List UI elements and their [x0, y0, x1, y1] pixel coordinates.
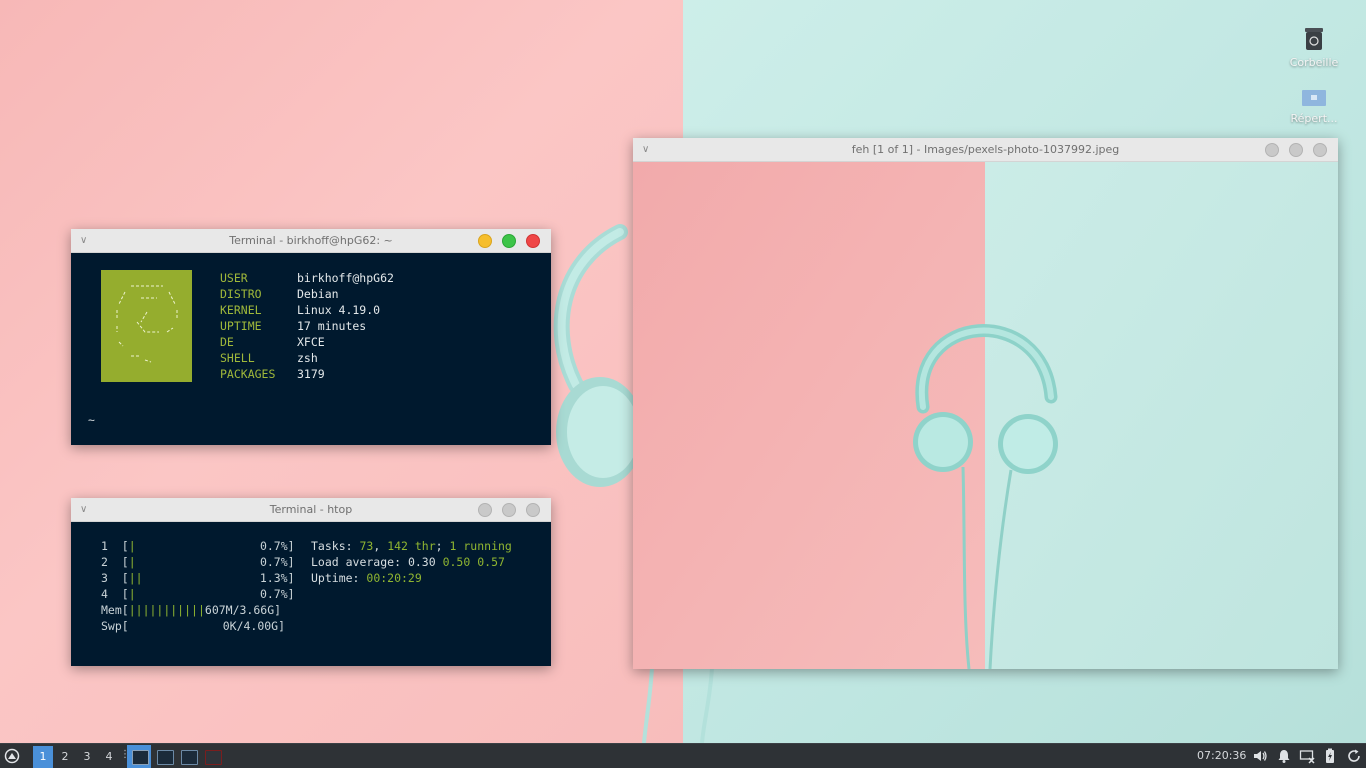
taskbar-task-terminal[interactable]	[177, 745, 199, 768]
neofetch-row-packages: PACKAGES 3179	[220, 367, 325, 381]
feh-icon	[205, 750, 222, 765]
minimize-button[interactable]	[478, 503, 492, 517]
workspace-1-button[interactable]: 1	[33, 746, 53, 768]
neofetch-row-kernel: KERNEL Linux 4.19.0	[220, 303, 381, 317]
battery-icon[interactable]	[1322, 748, 1338, 764]
feh-titlebar[interactable]: ∨ feh [1 of 1] - Images/pexels-photo-103…	[633, 138, 1338, 162]
workspace-3-button[interactable]: 3	[77, 746, 97, 768]
window-menu-chevron-icon[interactable]: ∨	[642, 138, 649, 161]
taskbar-task-terminal[interactable]	[153, 745, 175, 768]
clock[interactable]: 07:20:36	[1197, 744, 1246, 768]
close-button[interactable]	[526, 503, 540, 517]
feh-window-buttons	[1265, 143, 1327, 157]
htop-cpu-meter: 2 [| 0.7%]	[101, 555, 295, 569]
terminal-neofetch-title: Terminal - birkhoff@hpG62: ~	[229, 234, 393, 247]
htop-cpu-meter: 1 [| 0.7%]	[101, 539, 295, 553]
minimize-button[interactable]	[478, 234, 492, 248]
network-disconnected-icon[interactable]	[1299, 748, 1315, 764]
terminal-htop-buttons	[478, 503, 540, 517]
terminal-icon	[132, 750, 149, 765]
window-menu-chevron-icon[interactable]: ∨	[80, 498, 87, 521]
desktop-icon-trash[interactable]: Corbeille	[1284, 26, 1344, 69]
taskbar: 1 2 3 4 ⋮ 07:20:36	[0, 743, 1366, 768]
feh-window[interactable]: ∨ feh [1 of 1] - Images/pexels-photo-103…	[633, 138, 1338, 669]
terminal-icon	[157, 750, 174, 765]
terminal-neofetch-buttons	[478, 234, 540, 248]
refresh-icon[interactable]	[1346, 748, 1362, 764]
trash-icon	[1305, 28, 1323, 50]
neofetch-row-de: DE XFCE	[220, 335, 325, 349]
debian-swirl-icon	[116, 285, 178, 363]
debian-logo-ascii	[101, 270, 192, 382]
desktop-icon-trash-label: Corbeille	[1289, 56, 1339, 69]
htop-load-average: Load average: 0.30 0.50 0.57	[311, 555, 505, 569]
workspace-4-button[interactable]: 4	[99, 746, 119, 768]
close-button[interactable]	[526, 234, 540, 248]
terminal-neofetch-titlebar[interactable]: ∨ Terminal - birkhoff@hpG62: ~	[71, 229, 551, 253]
volume-icon[interactable]	[1252, 748, 1268, 764]
shell-prompt[interactable]: ~	[88, 413, 95, 427]
feh-image	[633, 162, 1338, 669]
htop-cpu-meter: 3 [|| 1.3%]	[101, 571, 295, 585]
taskbar-task-feh[interactable]	[201, 745, 223, 768]
htop-uptime: Uptime: 00:20:29	[311, 571, 422, 585]
terminal-icon	[181, 750, 198, 765]
neofetch-row-shell: SHELL zsh	[220, 351, 318, 365]
headphones-photo	[633, 162, 1338, 669]
desktop-icon-folder-label: Répert...	[1290, 112, 1338, 125]
minimize-button[interactable]	[1265, 143, 1279, 157]
htop-swap-meter: Swp[0K/4.00G]	[101, 619, 286, 633]
terminal-neofetch-body[interactable]: USER birkhoff@hpG62 DISTRO Debian KERNEL Li…	[71, 253, 551, 445]
maximize-button[interactable]	[1289, 143, 1303, 157]
htop-cpu-meter: 4 [| 0.7%]	[101, 587, 295, 601]
maximize-button[interactable]	[502, 503, 516, 517]
terminal-neofetch-window[interactable]: ∨ Terminal - birkhoff@hpG62: ~ USER birk…	[71, 229, 551, 445]
neofetch-row-distro: DISTRO Debian	[220, 287, 339, 301]
notifications-bell-icon[interactable]	[1276, 748, 1292, 764]
taskbar-task-terminal-active[interactable]	[127, 745, 151, 768]
terminal-htop-body[interactable]: 1 [| 0.7%] 2 [| 0.7%] 3 [|| 1.3%] 4 [| 0.7%]…	[71, 522, 551, 666]
folder-icon	[1302, 90, 1326, 106]
close-button[interactable]	[1313, 143, 1327, 157]
maximize-button[interactable]	[502, 234, 516, 248]
neofetch-row-user: USER birkhoff@hpG62	[220, 271, 394, 285]
feh-window-title: feh [1 of 1] - Images/pexels-photo-10379…	[851, 143, 1120, 156]
terminal-htop-window[interactable]: ∨ Terminal - htop 1 [| 0.7%] 2 [| 0.7%] 3 …	[71, 498, 551, 666]
htop-mem-meter: Mem[|||||||||||607M/3.66G]	[101, 603, 282, 617]
app-menu-icon[interactable]	[4, 748, 20, 764]
htop-tasks: Tasks: 73, 142 thr; 1 running	[311, 539, 512, 553]
workspace-2-button[interactable]: 2	[55, 746, 75, 768]
neofetch-row-uptime: UPTIME 17 minutes	[220, 319, 367, 333]
terminal-htop-titlebar[interactable]: ∨ Terminal - htop	[71, 498, 551, 522]
terminal-htop-title: Terminal - htop	[269, 503, 353, 516]
desktop-icon-folder[interactable]: Répert...	[1284, 88, 1344, 125]
window-menu-chevron-icon[interactable]: ∨	[80, 229, 87, 252]
